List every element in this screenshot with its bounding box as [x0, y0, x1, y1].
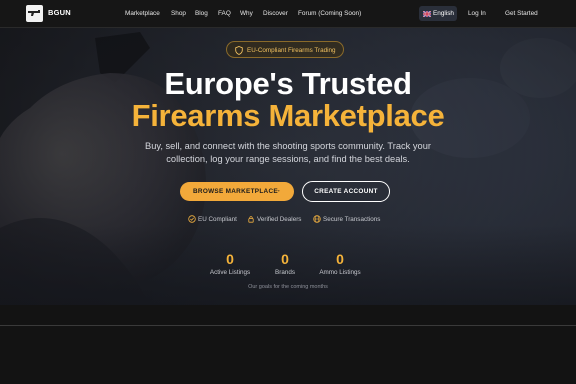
stat-ammo-listings-value: 0: [336, 251, 344, 267]
section-divider: [0, 325, 576, 326]
language-label: English: [433, 10, 454, 17]
eu-compliant-badge: EU-Compliant Firearms Trading: [226, 41, 344, 58]
create-account-label: CREATE ACCOUNT: [314, 188, 378, 195]
trust-label: Secure Transactions: [323, 215, 381, 223]
hero-section: EU-Compliant Firearms Trading Europe's T…: [0, 28, 576, 305]
globe-icon: [313, 215, 321, 223]
nav-link-why[interactable]: Why: [240, 10, 253, 17]
stat-active-listings-label: Active Listings: [209, 269, 251, 276]
arrow-right-icon: →: [274, 187, 282, 194]
get-started-link[interactable]: Get Started: [505, 10, 538, 17]
nav-link-shop[interactable]: Shop: [171, 10, 186, 17]
nav-link-blog[interactable]: Blog: [195, 10, 208, 17]
stat-brands-value: 0: [281, 251, 289, 267]
trust-label: Verified Dealers: [257, 215, 302, 223]
browse-marketplace-label: BROWSE MARKETPLACE: [193, 188, 278, 195]
language-selector[interactable]: English: [419, 6, 457, 21]
stat-active-listings-value: 0: [226, 251, 234, 267]
stat-brands-label: Brands: [275, 269, 295, 276]
check-circle-icon: [188, 215, 196, 223]
goals-note: Our goals for the coming months: [248, 284, 328, 290]
browse-marketplace-button[interactable]: BROWSE MARKETPLACE →: [180, 182, 294, 201]
stat-ammo-listings-label: Ammo Listings: [319, 269, 361, 276]
nav-link-discover[interactable]: Discover: [263, 10, 288, 17]
create-account-button[interactable]: CREATE ACCOUNT: [302, 181, 390, 202]
top-navbar: BGUN Marketplace Shop Blog FAQ Why Disco…: [0, 0, 576, 28]
lock-icon: [248, 216, 254, 223]
login-link[interactable]: Log In: [468, 10, 486, 17]
trust-label: EU Compliant: [198, 215, 237, 223]
hero-subtitle: Buy, sell, and connect with the shooting…: [145, 141, 431, 164]
nav-links: Marketplace Shop Blog FAQ Why Discover F…: [0, 10, 576, 20]
uk-flag-icon: [423, 10, 431, 17]
hero-title-line1: Europe's Trusted: [164, 66, 412, 101]
shield-icon: [235, 45, 243, 55]
badge-label: EU-Compliant Firearms Trading: [247, 46, 336, 54]
nav-link-marketplace[interactable]: Marketplace: [125, 10, 160, 17]
nav-link-forum[interactable]: Forum (Coming Soon): [298, 10, 361, 17]
nav-link-faq[interactable]: FAQ: [218, 10, 231, 17]
hero-title-line2: Firearms Marketplace: [131, 98, 445, 133]
